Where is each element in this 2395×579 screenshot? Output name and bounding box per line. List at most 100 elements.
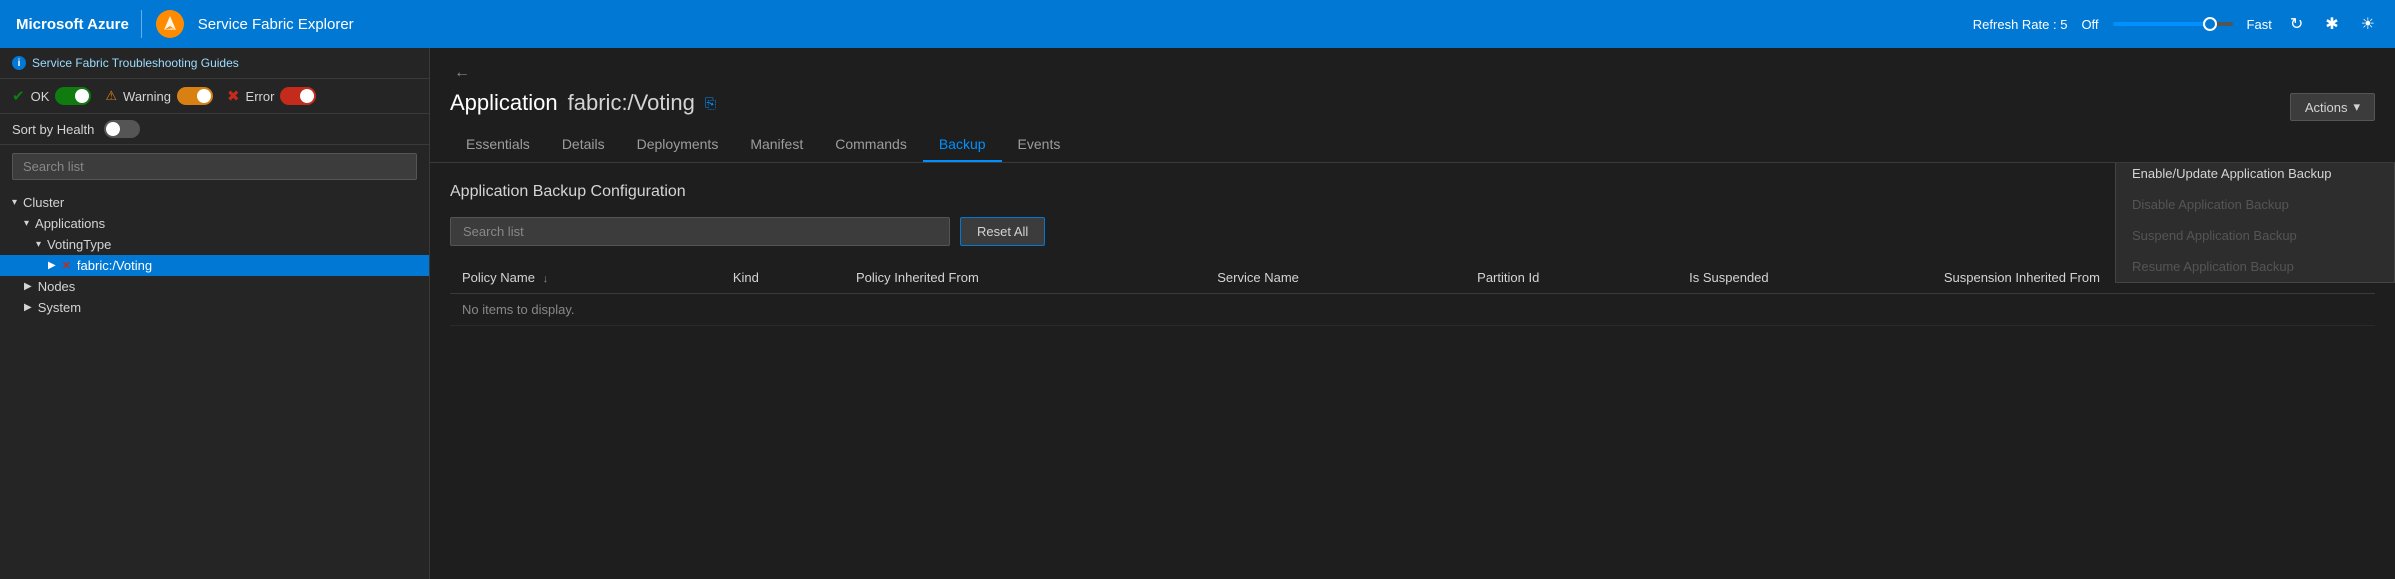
actions-button[interactable]: Actions ▾ — [2290, 93, 2375, 121]
table-header: Policy Name ↓ Kind Policy Inherited From… — [450, 262, 2375, 294]
warning-toggle[interactable] — [177, 87, 213, 105]
sort-toggle[interactable] — [104, 120, 140, 138]
system-arrow-icon: ▶ — [24, 302, 32, 313]
sort-row: Sort by Health — [0, 114, 429, 145]
menu-item-resume: Resume Application Backup — [2116, 251, 2394, 282]
content-panel: ← Application fabric:/Voting ⎘ Actions ▾… — [430, 48, 2395, 579]
error-toggle[interactable] — [280, 87, 316, 105]
content-body: Application Backup Configuration Reset A… — [430, 163, 2395, 579]
voting-arrow-icon: ▶ — [48, 260, 56, 271]
tabs-row: Essentials Details Deployments Manifest … — [450, 128, 2375, 162]
error-label: Error — [246, 89, 275, 104]
toolbar-row: Reset All — [450, 217, 2375, 246]
brand-label: Microsoft Azure — [16, 16, 129, 33]
content-header: ← Application fabric:/Voting ⎘ Actions ▾… — [430, 48, 2395, 163]
tree-item-system[interactable]: ▶ System — [0, 297, 429, 318]
tree-item-votingtype[interactable]: ▾ VotingType — [0, 234, 429, 255]
warning-toggle-thumb — [197, 89, 211, 103]
tab-essentials[interactable]: Essentials — [450, 128, 546, 162]
table-empty-row: No items to display. — [450, 294, 2375, 326]
sort-label: Sort by Health — [12, 122, 94, 137]
votingtype-label: VotingType — [47, 237, 111, 252]
error-filter: ✖ Error — [227, 87, 316, 105]
content-search-input[interactable] — [450, 217, 950, 246]
theme-icon-btn[interactable]: ☀ — [2357, 10, 2379, 38]
reset-all-button[interactable]: Reset All — [960, 217, 1045, 246]
sidebar-search-input[interactable] — [12, 153, 417, 180]
tab-details[interactable]: Details — [546, 128, 621, 162]
section-title: Application Backup Configuration — [450, 183, 2375, 201]
troubleshoot-banner[interactable]: i Service Fabric Troubleshooting Guides — [0, 48, 429, 79]
ok-toggle[interactable] — [55, 87, 91, 105]
col-policy-name[interactable]: Policy Name ↓ — [450, 262, 721, 294]
off-label: Off — [2081, 17, 2098, 32]
col-partition-id[interactable]: Partition Id — [1465, 262, 1677, 294]
sidebar: i Service Fabric Troubleshooting Guides … — [0, 48, 430, 579]
sidebar-tree: ▾ Cluster ▾ Applications ▾ VotingType ▶ … — [0, 188, 429, 579]
warning-icon: ⚠ — [105, 88, 117, 104]
table-body: No items to display. — [450, 294, 2375, 326]
ok-filter: ✔ OK — [12, 87, 91, 105]
tab-deployments[interactable]: Deployments — [621, 128, 735, 162]
page-title: Application fabric:/Voting ⎘ — [450, 90, 716, 116]
backup-table: Policy Name ↓ Kind Policy Inherited From… — [450, 262, 2375, 326]
menu-item-enable-update[interactable]: Enable/Update Application Backup — [2116, 163, 2394, 189]
system-label: System — [38, 300, 81, 315]
col-policy-inherited-from[interactable]: Policy Inherited From — [844, 262, 1205, 294]
error-icon: ✖ — [227, 87, 240, 105]
tab-commands[interactable]: Commands — [819, 128, 923, 162]
tab-events[interactable]: Events — [1002, 128, 1077, 162]
refresh-slider-fill — [2113, 22, 2209, 26]
troubleshoot-label: Service Fabric Troubleshooting Guides — [32, 56, 239, 70]
voting-error-icon: ✕ — [62, 259, 71, 272]
tree-item-cluster[interactable]: ▾ Cluster — [0, 192, 429, 213]
info-icon: i — [12, 56, 26, 70]
refresh-rate-label: Refresh Rate : 5 — [1973, 17, 2068, 32]
topnav: Microsoft Azure Service Fabric Explorer … — [0, 0, 2395, 48]
topnav-right: Refresh Rate : 5 Off Fast ↻ ✱ ☀ — [1973, 10, 2379, 38]
nav-separator — [141, 10, 142, 38]
ok-toggle-thumb — [75, 89, 89, 103]
tree-item-nodes[interactable]: ▶ Nodes — [0, 276, 429, 297]
refresh-slider-thumb — [2203, 17, 2217, 31]
votingtype-arrow-icon: ▾ — [36, 239, 41, 250]
title-path: fabric:/Voting — [568, 90, 695, 116]
header-top-row: Application fabric:/Voting ⎘ Actions ▾ — [450, 90, 2375, 124]
azure-logo-icon — [154, 8, 186, 40]
cluster-arrow-icon: ▾ — [12, 197, 17, 208]
menu-item-disable: Disable Application Backup — [2116, 189, 2394, 220]
refresh-slider[interactable] — [2113, 22, 2233, 26]
ok-icon: ✔ — [12, 87, 25, 105]
sidebar-filters: ✔ OK ⚠ Warning ✖ Error — [0, 79, 429, 114]
cluster-label: Cluster — [23, 195, 64, 210]
app-title: Service Fabric Explorer — [198, 16, 354, 33]
actions-label: Actions — [2305, 100, 2348, 115]
fast-label: Fast — [2247, 17, 2272, 32]
empty-label: No items to display. — [450, 294, 2375, 326]
menu-item-suspend: Suspend Application Backup — [2116, 220, 2394, 251]
col-service-name[interactable]: Service Name — [1205, 262, 1465, 294]
main-layout: i Service Fabric Troubleshooting Guides … — [0, 48, 2395, 579]
collapse-sidebar-btn[interactable]: ← — [450, 60, 474, 86]
nodes-arrow-icon: ▶ — [24, 281, 32, 292]
col-kind[interactable]: Kind — [721, 262, 844, 294]
title-app-word: Application — [450, 90, 558, 116]
voting-label: fabric:/Voting — [77, 258, 152, 273]
tree-item-applications[interactable]: ▾ Applications — [0, 213, 429, 234]
tab-manifest[interactable]: Manifest — [734, 128, 819, 162]
backup-actions-menu: Enable/Update Application Backup Disable… — [2115, 163, 2395, 283]
copy-icon[interactable]: ⎘ — [705, 95, 716, 112]
applications-label: Applications — [35, 216, 105, 231]
warning-filter: ⚠ Warning — [105, 87, 213, 105]
tab-backup[interactable]: Backup — [923, 128, 1002, 162]
dropdown-overlay: Possible commands to Backup Actions ▾ En… — [2102, 163, 2395, 283]
refresh-icon-btn[interactable]: ↻ — [2286, 10, 2307, 38]
nodes-label: Nodes — [38, 279, 76, 294]
warning-label: Warning — [123, 89, 171, 104]
settings-icon-btn[interactable]: ✱ — [2321, 10, 2342, 38]
sort-arrow-icon: ↓ — [543, 273, 549, 285]
error-toggle-thumb — [300, 89, 314, 103]
col-is-suspended[interactable]: Is Suspended — [1677, 262, 1932, 294]
actions-chevron-icon: ▾ — [2353, 99, 2360, 115]
tree-item-voting[interactable]: ▶ ✕ fabric:/Voting — [0, 255, 429, 276]
